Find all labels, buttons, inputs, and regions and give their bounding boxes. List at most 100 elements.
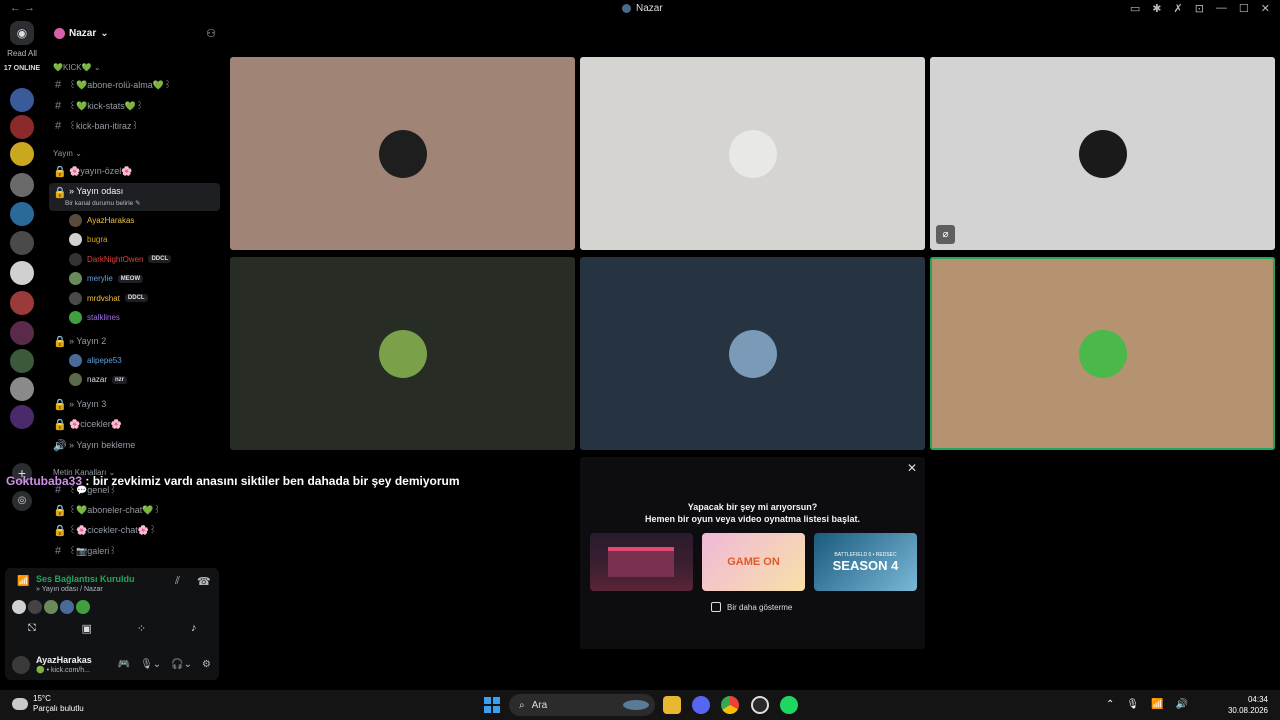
- server-icon-1[interactable]: [10, 115, 34, 139]
- channel-yayin-bekleme[interactable]: 🔊» Yayın bekleme: [53, 436, 221, 454]
- back-forward-nav[interactable]: ← →: [10, 2, 35, 14]
- screen-share-icon[interactable]: ▣: [81, 622, 91, 636]
- hash-icon: #: [54, 79, 62, 91]
- voice-user[interactable]: alipepe53: [69, 352, 219, 368]
- add-member-icon[interactable]: ⚇: [206, 27, 216, 40]
- tools-icon[interactable]: ✗: [1173, 2, 1182, 15]
- activity-card-battlefield[interactable]: BATTLEFIELD 6 • REDSEC SEASON 4: [814, 533, 917, 591]
- soundboard-icon[interactable]: ♪: [191, 622, 197, 636]
- voice-user[interactable]: bugra: [69, 232, 219, 248]
- wifi-icon[interactable]: 📶: [1151, 699, 1163, 710]
- flower-icon: [54, 28, 65, 39]
- server-icon-7[interactable]: [10, 291, 34, 315]
- avatar[interactable]: [28, 600, 42, 614]
- activities-icon[interactable]: ⁘: [137, 622, 146, 636]
- channel-kick-ban[interactable]: # ꒰kick-ban-itiraz꒱: [53, 117, 221, 135]
- voice-user[interactable]: merylie MEOW: [69, 271, 219, 287]
- voice-user[interactable]: mrdvshat DDCL: [69, 290, 219, 306]
- video-tile[interactable]: [930, 257, 1275, 450]
- avatar[interactable]: [44, 600, 58, 614]
- voice-user[interactable]: DarkNightOwen DDCL: [69, 251, 219, 267]
- gamepad-icon[interactable]: 🎮: [118, 659, 130, 670]
- spotify-icon[interactable]: [780, 696, 798, 714]
- headphones-icon[interactable]: 🎧⌄: [171, 659, 192, 670]
- username[interactable]: AyazHarakas: [36, 655, 92, 665]
- channel-yayin-ozel[interactable]: 🔒 🌸yayın-özel🌸: [53, 162, 221, 180]
- server-icon-4[interactable]: [10, 202, 34, 226]
- server-name[interactable]: Nazar ⌄: [54, 28, 109, 39]
- bug-icon[interactable]: ✱: [1152, 2, 1161, 15]
- promo-text: Yapacak bir şey mi arıyorsun? Hemen bir …: [580, 501, 925, 525]
- video-tile[interactable]: [230, 57, 575, 250]
- windows-start-icon[interactable]: [484, 697, 500, 713]
- camera-off-icon[interactable]: ⛞: [27, 622, 36, 636]
- avatar: [69, 272, 82, 285]
- avatar[interactable]: [12, 600, 26, 614]
- activity-card-store[interactable]: [590, 533, 693, 591]
- voice-user[interactable]: AyazHarakas: [69, 212, 219, 228]
- discord-home-icon[interactable]: ◉: [10, 21, 34, 45]
- avatar[interactable]: [60, 600, 74, 614]
- steam-icon[interactable]: [751, 696, 769, 714]
- video-tile[interactable]: ⌀: [930, 57, 1275, 250]
- channel-yayin-2[interactable]: 🔒» Yayın 2: [53, 332, 221, 350]
- server-icon-11[interactable]: [10, 405, 34, 429]
- checkbox[interactable]: [711, 602, 721, 612]
- channel-status[interactable]: Bir kanal durumu belirle ✎: [65, 199, 141, 207]
- server-icon-6[interactable]: [10, 261, 34, 285]
- voice-user[interactable]: nazar nzr: [69, 372, 219, 388]
- avatar[interactable]: [76, 600, 90, 614]
- video-tile[interactable]: [230, 257, 575, 450]
- noise-suppression-icon[interactable]: ⫽: [175, 575, 180, 588]
- microphone-icon[interactable]: 🎙⌄: [140, 659, 161, 670]
- taskbar-search[interactable]: ⌕ Ara: [509, 694, 655, 716]
- channel-abone[interactable]: # ꒰💚abone-rolü-alma💚꒱: [53, 76, 221, 94]
- chevron-up-icon[interactable]: ⌃: [1106, 699, 1114, 710]
- chrome-icon[interactable]: [721, 696, 739, 714]
- server-icon-10[interactable]: [10, 377, 34, 401]
- inbox-icon[interactable]: ▭: [1130, 2, 1140, 15]
- voice-user[interactable]: stalklines: [69, 310, 219, 326]
- video-tile[interactable]: [580, 57, 925, 250]
- channel-galeri[interactable]: # ꒰📷galeri꒱: [53, 542, 221, 560]
- disconnect-icon[interactable]: ☎: [197, 575, 211, 588]
- server-icon-0[interactable]: [10, 88, 34, 112]
- help-icon[interactable]: ⊡: [1195, 2, 1204, 15]
- channel-kick-stats[interactable]: # ꒰💚kick-stats💚꒱: [53, 97, 221, 115]
- signal-icon[interactable]: 📶: [17, 576, 29, 587]
- avatar[interactable]: [12, 656, 30, 674]
- server-header[interactable]: Nazar ⌄ ⚇: [44, 18, 226, 50]
- channel-cicekler[interactable]: 🔒 🌸cicekler🌸: [53, 415, 221, 433]
- maximize-icon[interactable]: ☐: [1239, 2, 1249, 15]
- server-icon-8[interactable]: [10, 321, 34, 345]
- microphone-icon[interactable]: 🎙: [1126, 699, 1139, 710]
- read-all-button[interactable]: Read All: [0, 49, 44, 58]
- discord-taskbar-icon[interactable]: [692, 696, 710, 714]
- card-title: SEASON 4: [832, 557, 899, 573]
- voice-channel-path[interactable]: » Yayın odası / Nazar: [36, 586, 103, 593]
- file-explorer-icon[interactable]: [663, 696, 681, 714]
- channel-aboneler-chat[interactable]: 🔒 ꒰💚aboneler-chat💚꒱: [53, 501, 221, 519]
- close-icon[interactable]: ✕: [907, 461, 917, 475]
- server-icon-5[interactable]: [10, 231, 34, 255]
- server-icon-3[interactable]: [10, 173, 34, 197]
- weather-widget[interactable]: 15°C Parçalı bulutlu: [12, 694, 84, 714]
- video-tile[interactable]: [580, 257, 925, 450]
- server-icon-2[interactable]: [10, 142, 34, 166]
- clock[interactable]: 04:34 30.08.2026: [1228, 694, 1268, 716]
- minimize-icon[interactable]: —: [1216, 2, 1227, 15]
- gear-icon[interactable]: ⚙: [202, 659, 211, 670]
- voice-status[interactable]: Ses Bağlantısı Kuruldu: [36, 574, 135, 584]
- category-yayin[interactable]: Yayın ⌄: [53, 149, 82, 158]
- explore-icon[interactable]: ◎: [12, 491, 32, 511]
- activity-card-game-on[interactable]: GAME ON: [702, 533, 805, 591]
- channel-cicekler-chat[interactable]: 🔒 ꒰🌸cicekler-chat🌸꒱: [53, 521, 221, 539]
- channel-yayin-3[interactable]: 🔒» Yayın 3: [53, 395, 221, 413]
- chevron-down-icon: ⌄: [100, 28, 109, 39]
- dont-show-again[interactable]: Bir daha gösterme: [711, 602, 792, 612]
- volume-icon[interactable]: 🔊: [1176, 699, 1188, 710]
- channel-yayin-odasi[interactable]: 🔒 » Yayın odası Bir kanal durumu belirle…: [49, 183, 220, 211]
- category-kick[interactable]: 💚KICK💚 ⌄: [53, 63, 101, 72]
- close-icon[interactable]: ✕: [1261, 2, 1270, 15]
- server-icon-9[interactable]: [10, 349, 34, 373]
